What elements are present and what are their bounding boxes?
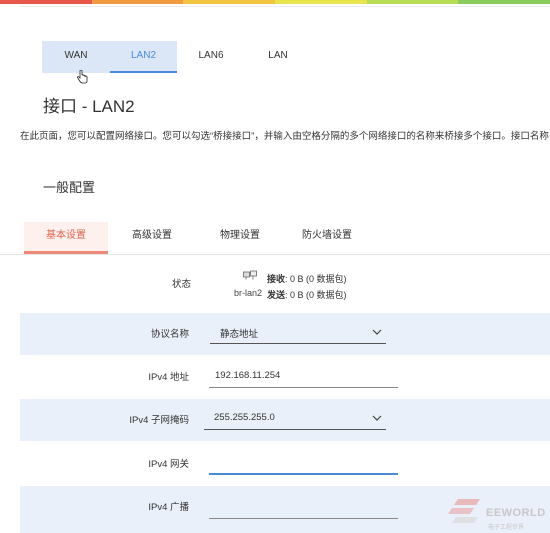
divider — [0, 254, 550, 255]
config-tabs: 基本设置 高级设置 物理设置 防火墙设置 — [24, 222, 370, 254]
ipv4-address-input[interactable]: 192.168.11.254 — [209, 366, 398, 388]
tab-lan2[interactable]: LAN2 — [110, 41, 177, 73]
tab-lan[interactable]: LAN — [245, 41, 311, 73]
tab-firewall-settings[interactable]: 防火墙设置 — [284, 222, 370, 254]
tab-advanced-settings[interactable]: 高级设置 — [108, 222, 196, 254]
watermark-subtext: 电子工程世界 — [488, 525, 525, 531]
page-description: 在此页面，您可以配置网络接口。您可以勾选“桥接接口”，并输入由空格分隔的多个网络… — [20, 131, 549, 142]
tx-status: 发送: 0 B (0 数据包) — [267, 288, 347, 301]
ipv4-netmask-value: 255.255.255.0 — [214, 412, 275, 423]
protocol-select[interactable]: 静态地址 — [210, 322, 386, 344]
rx-value: : 0 B (0 数据包) — [285, 274, 347, 284]
tab-basic-settings[interactable]: 基本设置 — [24, 222, 108, 254]
hand-pointer-icon — [77, 70, 88, 84]
ipv4-gateway-input[interactable] — [209, 453, 398, 475]
rx-status: 接收: 0 B (0 数据包) — [267, 272, 347, 285]
rx-label: 接收 — [267, 274, 286, 284]
ipv4-netmask-select[interactable]: 255.255.255.0 — [204, 408, 386, 430]
chevron-down-icon — [372, 415, 382, 421]
divider — [20, 6, 550, 7]
protocol-label: 协议名称 — [150, 329, 189, 340]
tx-value: : 0 B (0 数据包) — [285, 290, 347, 300]
chevron-down-icon — [372, 329, 382, 335]
ipv4-gateway-label: IPv4 网关 — [148, 459, 189, 470]
interface-name: br-lan2 — [234, 288, 263, 298]
ipv4-address-value: 192.168.11.254 — [215, 370, 281, 381]
ipv4-broadcast-input[interactable] — [209, 497, 398, 519]
network-ports-icon — [243, 270, 257, 280]
status-label: 状态 — [172, 279, 192, 290]
ipv4-netmask-label: IPv4 子网掩码 — [129, 415, 189, 426]
page-title: 接口 - LAN2 — [43, 97, 135, 116]
ipv4-address-label: IPv4 地址 — [148, 372, 189, 383]
watermark-text: EEWORLD — [486, 507, 546, 519]
protocol-value: 静态地址 — [220, 329, 259, 340]
rainbow-header-bar — [0, 0, 550, 4]
tab-wan[interactable]: WAN — [42, 41, 110, 73]
interface-tabs: WAN LAN2 LAN6 LAN — [42, 41, 311, 73]
ipv4-broadcast-label: IPv4 广播 — [148, 502, 189, 513]
section-title: 一般配置 — [43, 180, 96, 195]
tab-physical-settings[interactable]: 物理设置 — [196, 222, 284, 254]
tab-lan6[interactable]: LAN6 — [177, 41, 245, 73]
tx-label: 发送 — [267, 290, 286, 300]
